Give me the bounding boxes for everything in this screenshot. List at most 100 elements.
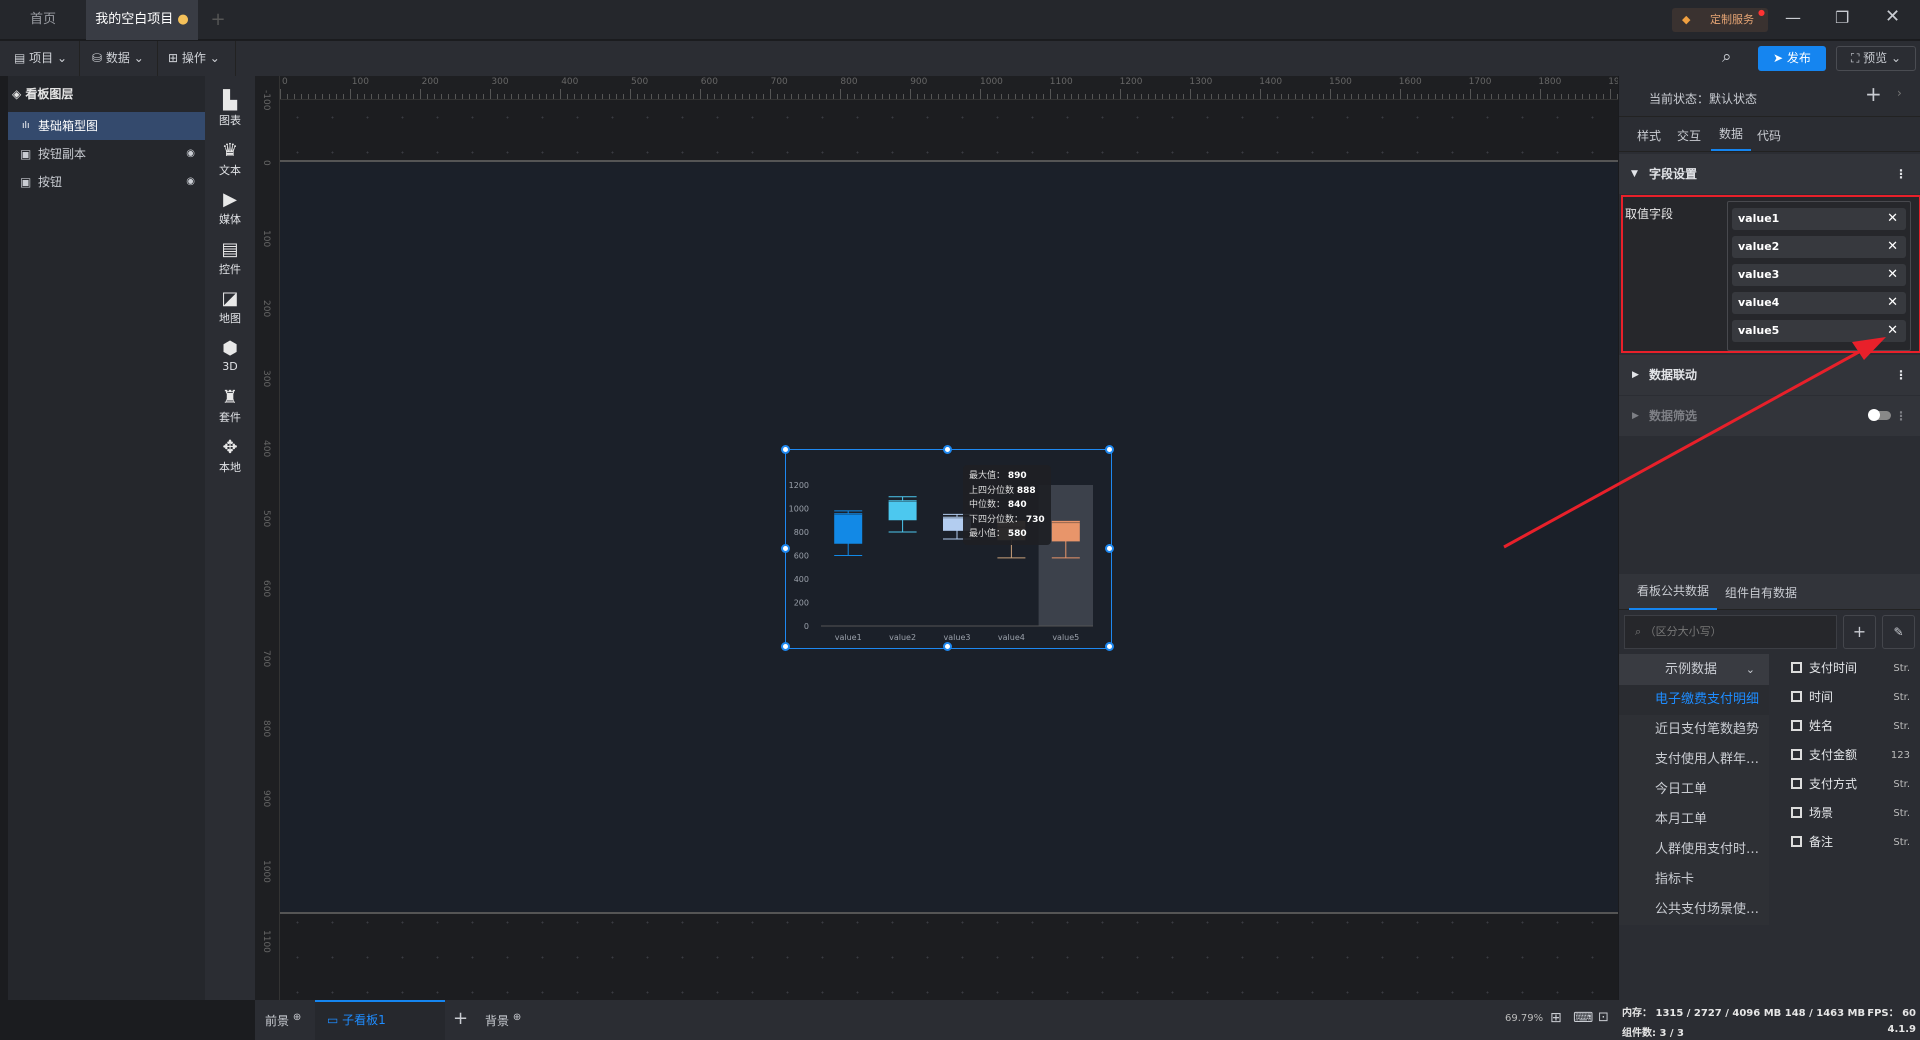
- boxplot-widget[interactable]: 0 200 400 600 800 1000 1200 value1 value2 value3 v…: [781, 445, 1114, 651]
- remove-field-icon[interactable]: ✕: [1887, 292, 1898, 314]
- field-settings-header[interactable]: ▼ 字段设置 ⋮: [1619, 154, 1920, 194]
- y-tick-label: 800: [794, 528, 809, 537]
- hide-eye-icon[interactable]: ◉: [186, 140, 195, 168]
- component-toolbar: ▙ 图表 ♛ 文本 ▶ 媒体 ▤ 控件 ◪ 地图 ⬢ 3D ♜ 套件 ✥ 本地: [205, 76, 255, 1000]
- more-icon[interactable]: ⋮: [1895, 154, 1907, 194]
- layer-item-button-copy[interactable]: ▣ 按钮副本 ◉: [8, 140, 205, 168]
- ruler-label: 400: [261, 440, 271, 458]
- dataset-item[interactable]: 本月工单: [1619, 805, 1769, 835]
- ruler-label: 500: [261, 510, 271, 528]
- component-media[interactable]: ▶ 媒体: [205, 189, 255, 227]
- component-label: 套件: [219, 411, 241, 424]
- tab-data[interactable]: 数据: [1711, 117, 1751, 151]
- ruler-label: 500: [631, 77, 649, 87]
- menu-data[interactable]: ⛁ 数据 ⌄: [80, 41, 158, 76]
- column-checkbox[interactable]: 场景 Str.: [1791, 799, 1916, 828]
- column-checkbox[interactable]: 时间 Str.: [1791, 683, 1916, 712]
- dataset-item[interactable]: 人群使用支付时间...: [1619, 835, 1769, 865]
- foreground-tab[interactable]: 前景 ⊕: [265, 1012, 301, 1029]
- dataset-item[interactable]: 电子缴费支付明细: [1619, 685, 1769, 715]
- resize-handle[interactable]: [1105, 642, 1114, 651]
- close-window-button[interactable]: ✕: [1885, 6, 1900, 27]
- resize-handle[interactable]: [1105, 543, 1114, 553]
- restore-button[interactable]: ❐: [1835, 8, 1849, 27]
- component-text[interactable]: ♛ 文本: [205, 140, 255, 178]
- tab-code[interactable]: 代码: [1757, 127, 1781, 144]
- preview-button[interactable]: ⛶ 预览 ⌄: [1836, 46, 1916, 71]
- menu-project[interactable]: ▤ 项目 ⌄: [0, 41, 80, 76]
- filter-toggle[interactable]: [1868, 409, 1891, 421]
- zoom-level[interactable]: 69.79%: [1505, 1013, 1543, 1024]
- checkbox-icon: [1791, 749, 1802, 760]
- more-icon[interactable]: ⋮: [1895, 355, 1907, 395]
- remove-field-icon[interactable]: ✕: [1887, 208, 1898, 230]
- dataset-item[interactable]: 指标卡: [1619, 865, 1769, 895]
- column-checkbox[interactable]: 支付方式 Str.: [1791, 770, 1916, 799]
- background-tab[interactable]: 背景 ⊕: [485, 1012, 521, 1029]
- tab-home[interactable]: 首页: [0, 0, 86, 40]
- layer-item-boxplot[interactable]: ılı 基础箱型图: [8, 112, 205, 140]
- add-state-button[interactable]: +: [1865, 82, 1882, 106]
- column-type: Str.: [1893, 721, 1910, 732]
- component-control[interactable]: ▤ 控件: [205, 239, 255, 277]
- column-checkbox[interactable]: 姓名 Str.: [1791, 712, 1916, 741]
- terminal-icon[interactable]: ⊡: [1598, 1010, 1609, 1025]
- chevron-right-icon[interactable]: ›: [1897, 86, 1902, 100]
- box-value5: [1051, 521, 1080, 542]
- custom-service-button[interactable]: ◆ 定制服务 ●: [1672, 8, 1768, 32]
- tab-public-data[interactable]: 看板公共数据: [1629, 574, 1717, 610]
- more-icon[interactable]: ⋮: [1895, 396, 1907, 436]
- add-dataset-button[interactable]: +: [1843, 615, 1876, 649]
- remove-field-icon[interactable]: ✕: [1887, 236, 1898, 258]
- component-puzzle[interactable]: ✥ 本地: [205, 437, 255, 475]
- add-subboard-button[interactable]: +: [453, 1008, 468, 1029]
- remove-field-icon[interactable]: ✕: [1887, 320, 1898, 342]
- hide-eye-icon[interactable]: ◉: [186, 168, 195, 196]
- layer-panel: ◈ 看板图层 ılı 基础箱型图 ▣ 按钮副本 ◉ ▣ 按钮 ◉: [8, 76, 205, 1000]
- component-map[interactable]: ◪ 地图: [205, 288, 255, 326]
- publish-button[interactable]: ➤ 发布: [1758, 46, 1826, 71]
- component-kit[interactable]: ♜ 套件: [205, 387, 255, 425]
- data-linkage-header[interactable]: ▶ 数据联动 ⋮: [1619, 355, 1920, 395]
- dataset-search-input[interactable]: ⌕ （区分大小写）: [1624, 615, 1837, 649]
- subboard-tab[interactable]: ▭ 子看板1: [315, 1000, 445, 1040]
- resize-handle[interactable]: [781, 445, 790, 454]
- field-name: value4: [1738, 296, 1780, 309]
- dataset-item[interactable]: 近日支付笔数趋势: [1619, 715, 1769, 745]
- search-icon[interactable]: ⌕: [1722, 47, 1732, 67]
- field-name: value2: [1738, 240, 1780, 253]
- layer-item-button[interactable]: ▣ 按钮 ◉: [8, 168, 205, 196]
- y-tick-label: 600: [794, 552, 809, 561]
- component-label: 媒体: [219, 213, 241, 226]
- new-tab-button[interactable]: +: [206, 0, 230, 40]
- resize-handle[interactable]: [943, 445, 952, 454]
- fit-screen-icon[interactable]: ⊞: [1550, 1010, 1562, 1026]
- resize-handle[interactable]: [781, 543, 790, 553]
- remove-field-icon[interactable]: ✕: [1887, 264, 1898, 286]
- keyboard-icon[interactable]: ⌨: [1573, 1010, 1593, 1026]
- column-checkbox[interactable]: 支付金额 123: [1791, 741, 1916, 770]
- column-checkbox[interactable]: 支付时间 Str.: [1791, 654, 1916, 683]
- value-fields-list[interactable]: value1 ✕ value2 ✕ value3 ✕ value4 ✕ value5 ✕: [1727, 201, 1911, 351]
- tab-style[interactable]: 样式: [1637, 127, 1661, 144]
- data-filter-header[interactable]: ▶ 数据筛选 ⋮: [1619, 396, 1920, 436]
- resize-handle[interactable]: [1105, 445, 1114, 454]
- dataset-group-dropdown[interactable]: 示例数据 ⌄: [1619, 654, 1769, 685]
- dataset-item[interactable]: 公共支付场景使用...: [1619, 895, 1769, 925]
- edit-dataset-button[interactable]: ✎: [1882, 615, 1915, 649]
- tab-interaction[interactable]: 交互: [1677, 127, 1701, 144]
- ruler-label: 0: [282, 77, 288, 87]
- component-bar-chart[interactable]: ▙ 图表: [205, 90, 255, 128]
- dataset-item[interactable]: 今日工单: [1619, 775, 1769, 805]
- menu-operate[interactable]: ⊞ 操作 ⌄: [158, 41, 236, 76]
- dataset-item[interactable]: 支付使用人群年龄...: [1619, 745, 1769, 775]
- resize-handle[interactable]: [943, 642, 952, 651]
- minimize-button[interactable]: —: [1785, 8, 1801, 27]
- badge-dot: ●: [1758, 8, 1765, 17]
- resize-handle[interactable]: [781, 642, 790, 651]
- vertical-ruler: -100 0 100 200 300 400 500 600 700 800 900 1000 1100: [255, 76, 280, 1000]
- tab-project[interactable]: 我的空白项目 ●: [86, 0, 198, 40]
- tab-own-data[interactable]: 组件自有数据: [1725, 584, 1797, 601]
- component-cube[interactable]: ⬢ 3D: [205, 338, 255, 373]
- column-checkbox[interactable]: 备注 Str.: [1791, 828, 1916, 857]
